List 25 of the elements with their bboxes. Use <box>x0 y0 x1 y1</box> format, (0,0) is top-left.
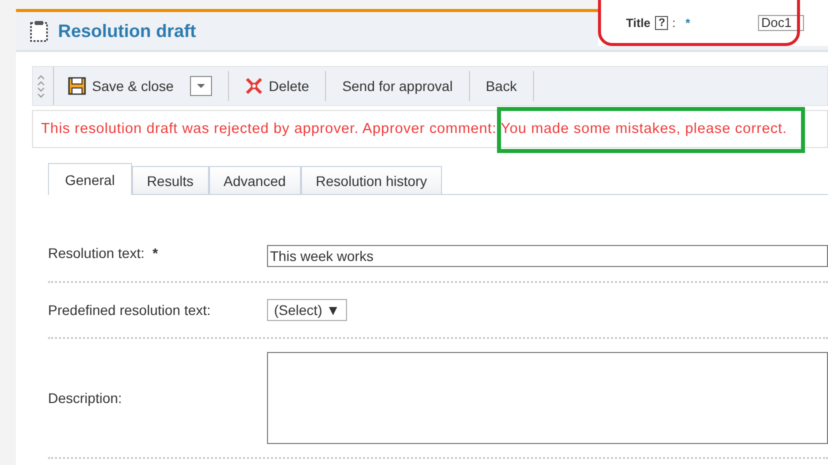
toolbar-button[interactable]: Send for approval <box>325 71 469 101</box>
delete-button[interactable]: Delete <box>228 71 326 101</box>
field-label: Description: <box>48 390 122 406</box>
tab[interactable]: Results <box>132 166 208 194</box>
field-label: Predefined resolution text: <box>48 302 211 318</box>
field-label: Resolution text: <box>48 245 144 261</box>
title-field[interactable]: Doc1 <box>758 15 804 31</box>
page-title: Resolution draft <box>58 20 196 42</box>
required-mark: * <box>152 245 158 261</box>
rejection-message: This resolution draft was rejected by approver. Approver comment: You made some mistakes, please correct. <box>41 121 788 137</box>
tab[interactable]: General <box>48 163 132 195</box>
cross-icon <box>244 77 263 95</box>
caret-icon <box>196 83 206 89</box>
field-label: Title <box>626 16 650 30</box>
clipboard-icon <box>30 20 48 42</box>
description-field[interactable] <box>267 352 828 444</box>
dropdown-button[interactable] <box>190 76 212 96</box>
text-field[interactable]: This week works <box>267 245 828 267</box>
required-mark: * <box>686 16 690 30</box>
separator-colon: : <box>672 16 676 30</box>
select-dropdown[interactable]: (Select) ▼ <box>267 299 347 321</box>
tab[interactable]: Resolution history <box>300 166 442 194</box>
help-button[interactable]: ? <box>655 16 668 30</box>
save-close-button[interactable]: Save & close <box>54 71 190 101</box>
tab[interactable]: Advanced <box>208 166 301 194</box>
